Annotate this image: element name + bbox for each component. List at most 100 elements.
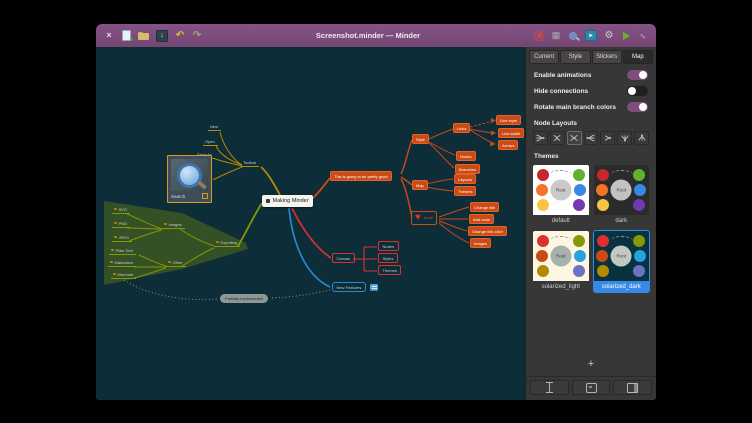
desktop-background: { "window": { "title": "Screenshot.minde… — [0, 0, 752, 423]
node-svg[interactable]: SVG — [112, 206, 130, 214]
node-layouts[interactable]: Layouts — [454, 174, 476, 184]
node-markdown[interactable]: Markdown — [108, 259, 136, 267]
open-folder-icon[interactable] — [138, 31, 149, 40]
sidebar: Current Style Stickers Map Enable animat… — [525, 47, 656, 400]
node-new[interactable]: New — [208, 123, 221, 131]
add-theme-button[interactable]: + — [526, 356, 656, 376]
node-images-2[interactable]: Images — [470, 238, 491, 248]
node-root[interactable]: Making Minder — [262, 195, 313, 207]
node-arrows[interactable]: Arrows — [498, 140, 518, 150]
node-styles-2[interactable]: Styles — [378, 253, 398, 263]
node-links[interactable]: Links — [453, 123, 470, 133]
enable-animations-label: Enable animations — [534, 72, 591, 79]
zoom-icon[interactable] — [568, 30, 578, 42]
node-change-link-color[interactable]: Change link color — [468, 226, 507, 236]
node-canvas[interactable]: Canvas — [332, 253, 355, 263]
dashed-arc — [549, 170, 572, 180]
tab-current[interactable]: Current — [529, 50, 559, 64]
image-icon — [586, 383, 597, 393]
node-map[interactable]: Map — [412, 180, 428, 190]
node-grid-icon[interactable]: ▦ — [551, 30, 561, 42]
layout-vertical-icon — [552, 134, 562, 142]
theme-solarized-dark[interactable]: Root solarized_dark — [594, 231, 650, 292]
resize-icon[interactable]: ↔ — [638, 30, 648, 42]
layout-downwards-button[interactable] — [634, 131, 649, 145]
layout-to-right-button[interactable] — [584, 131, 599, 145]
plus-glyph: + — [130, 36, 134, 44]
layout-vertical-button[interactable] — [550, 131, 565, 145]
node-line-width[interactable]: Line width — [498, 128, 524, 138]
minder-window: × + ↓ ↶ ↷ Screenshot.minder — Minder ▦ ▸… — [96, 24, 656, 400]
new-document-icon[interactable]: + — [121, 30, 131, 42]
export-save-icon[interactable]: ↓ — [156, 30, 168, 42]
node-exporting[interactable]: Exporting — [214, 239, 240, 247]
node-images[interactable]: Images — [162, 221, 185, 229]
node-open[interactable]: Open — [203, 138, 218, 146]
theme-label: dark — [594, 215, 650, 226]
node-nodes[interactable]: Nodes — [456, 151, 476, 161]
settings-icon[interactable]: ⚙ — [604, 30, 614, 42]
tab-stickers[interactable]: Stickers — [592, 50, 622, 64]
undo-icon[interactable]: ↶ — [175, 30, 185, 42]
tab-style[interactable]: Style — [560, 50, 590, 64]
node-partially-implemented[interactable]: Partially implemented — [220, 294, 268, 303]
node-png[interactable]: PNG — [112, 220, 130, 228]
theme-label: default — [533, 215, 589, 226]
sidebar-footer — [526, 376, 656, 400]
node-add-node[interactable]: Add node — [469, 214, 494, 224]
node-jpeg[interactable]: JPEG — [112, 234, 132, 242]
layout-upwards-button[interactable] — [617, 131, 632, 145]
node-branches[interactable]: Branches — [455, 164, 480, 174]
connection-lines — [96, 47, 525, 400]
node-themes-2[interactable]: Themes — [378, 265, 401, 275]
node-toolbar[interactable]: Toolbar — [241, 159, 259, 167]
theme-label: solarized_light — [533, 281, 589, 292]
panel-button[interactable] — [613, 380, 652, 395]
layout-upwards-icon — [620, 134, 630, 142]
layout-to-left-button[interactable] — [533, 131, 548, 145]
theme-solarized-light[interactable]: Root solarized_light — [533, 231, 589, 292]
root-circle: Root — [611, 180, 632, 201]
option-row: Enable animations — [526, 67, 656, 83]
themes-grid: Root default Root dark — [526, 163, 656, 294]
layout-to-left-icon — [535, 134, 545, 142]
node-other[interactable]: Other — [166, 259, 186, 267]
node-mermaid[interactable]: Mermaid — [111, 271, 136, 279]
image-export-icon[interactable]: ▸ — [585, 30, 597, 41]
node-new-features[interactable]: New Features — [332, 282, 366, 292]
node-themes[interactable]: Themes — [454, 186, 476, 196]
theme-default[interactable]: Root default — [533, 165, 589, 226]
hide-connections-toggle[interactable] — [627, 86, 648, 96]
node-heart[interactable]: ♥ Node — [411, 211, 437, 225]
layout-horizontal-button[interactable] — [567, 131, 582, 145]
node-change-title[interactable]: Change title — [470, 202, 499, 212]
tab-map[interactable]: Map — [623, 50, 653, 64]
layout-horizontal-icon — [569, 134, 579, 142]
rotate-branch-colors-toggle[interactable] — [627, 102, 648, 112]
focus-mode-icon[interactable] — [534, 30, 544, 42]
close-button[interactable]: × — [104, 30, 114, 42]
node-nodes-2[interactable]: Nodes — [378, 241, 399, 251]
layout-downwards-icon — [637, 134, 647, 142]
titlebar: × + ↓ ↶ ↷ Screenshot.minder — Minder ▦ ▸… — [96, 24, 656, 47]
mindmap-canvas[interactable]: Making Minder Toolbar New Open Save As S… — [96, 47, 525, 400]
root-circle: Root — [550, 180, 571, 201]
resize-handle-icon[interactable] — [202, 193, 208, 199]
theme-dark[interactable]: Root dark — [594, 165, 650, 226]
text-metrics-button[interactable] — [530, 380, 569, 395]
node-search-image[interactable]: Search — [167, 155, 212, 203]
layout-tree-left-icon — [603, 134, 613, 142]
image-button[interactable] — [572, 380, 611, 395]
share-icon[interactable] — [621, 30, 631, 42]
node-style[interactable]: Style — [412, 134, 429, 144]
text-metrics-icon — [546, 382, 553, 393]
note-icon[interactable] — [370, 284, 378, 291]
node-pretty-good[interactable]: This is going to be pretty good — [330, 171, 392, 181]
node-plain-text[interactable]: Plain Text — [109, 247, 136, 255]
layout-tree-left-button[interactable] — [600, 131, 615, 145]
enable-animations-toggle[interactable] — [627, 70, 648, 80]
node-line-style[interactable]: Line style — [496, 115, 521, 125]
node-layouts-heading: Node Layouts — [526, 115, 656, 130]
theme-label: solarized_dark — [594, 281, 650, 292]
redo-icon[interactable]: ↷ — [192, 30, 202, 42]
